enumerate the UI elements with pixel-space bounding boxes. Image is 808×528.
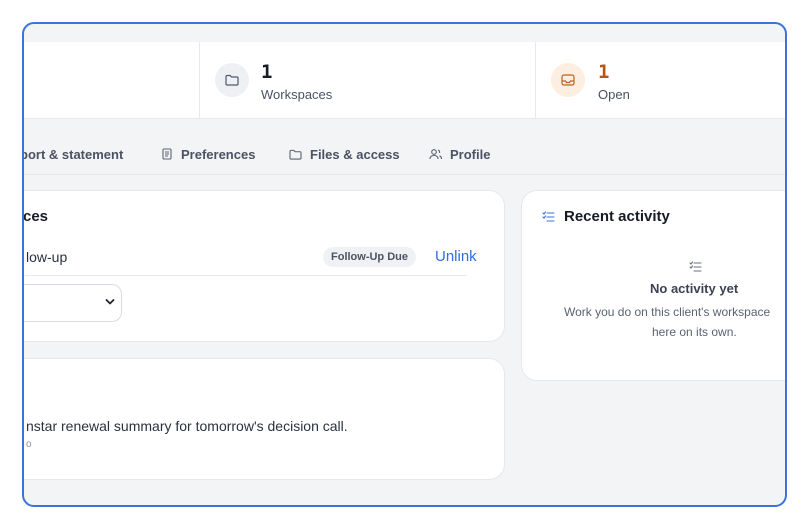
inbox-icon <box>551 63 585 97</box>
note-text: nstar renewal summary for tomorrow's dec… <box>26 418 348 434</box>
tab-label: Files & access <box>310 146 400 162</box>
tab-report-statement[interactable]: port & statement <box>22 144 124 164</box>
empty-state-text: here on its own. <box>652 325 737 339</box>
open-label: Open <box>598 87 630 102</box>
document-icon <box>162 148 172 160</box>
empty-state-text: Work you do on this client's workspace <box>564 305 771 319</box>
recent-activity-card: Recent activity No activity yet Work you… <box>521 190 785 381</box>
activity-list-icon <box>542 211 555 222</box>
workspaces-label: Workspaces <box>261 87 333 102</box>
workspaces-count: 1 <box>261 61 273 83</box>
stats-bar: 1 Workspaces 1 Open <box>24 42 785 119</box>
stat-divider <box>535 42 536 118</box>
row-divider <box>25 275 467 276</box>
tab-bar: port & statement Preferences Files & acc… <box>24 134 785 175</box>
tab-files-access[interactable]: Files & access <box>289 144 400 164</box>
folder-icon <box>289 149 302 160</box>
users-icon <box>429 149 442 160</box>
tab-label: port & statement <box>22 146 124 162</box>
tab-profile[interactable]: Profile <box>429 144 490 164</box>
tab-label: Preferences <box>181 146 256 162</box>
app-frame: 1 Workspaces 1 Open port & statement Pre… <box>22 22 787 507</box>
tab-preferences[interactable]: Preferences <box>161 144 255 164</box>
unlink-button[interactable]: Unlink <box>435 248 477 265</box>
note-card: nstar renewal summary for tomorrow's dec… <box>24 358 505 480</box>
tab-label: Profile <box>450 146 491 162</box>
activity-list-icon <box>689 261 702 272</box>
workspace-row-name: low-up <box>26 249 68 265</box>
note-meta: o <box>26 439 32 450</box>
chevron-down-icon <box>105 299 115 305</box>
empty-state-title: No activity yet <box>650 281 739 296</box>
workspaces-card: ces low-up Follow-Up Due Unlink <box>23 190 505 342</box>
card-title: ces <box>23 208 49 225</box>
card-title: Recent activity <box>564 208 670 225</box>
folder-icon <box>215 63 249 97</box>
open-count: 1 <box>598 61 610 83</box>
workspace-select[interactable] <box>24 284 122 322</box>
status-badge: Follow-Up Due <box>323 247 416 267</box>
stat-divider <box>199 42 200 118</box>
